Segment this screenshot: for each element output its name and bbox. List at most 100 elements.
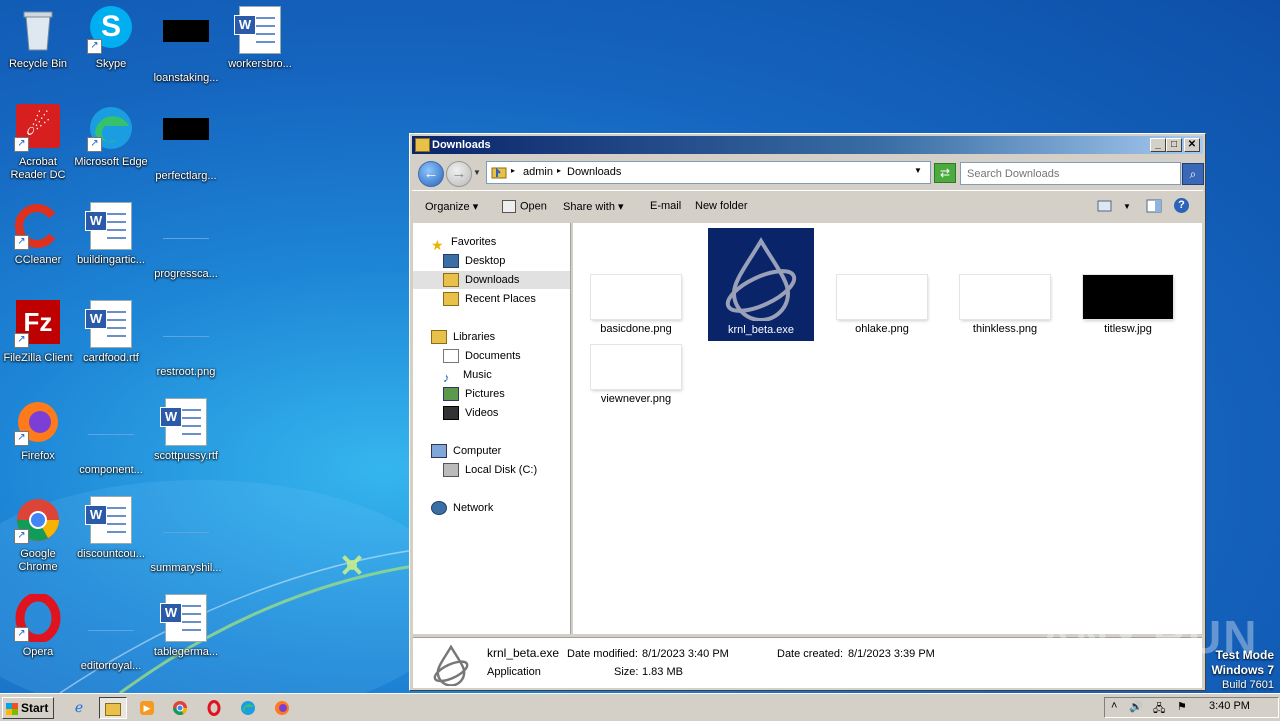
desktop-icon-skype[interactable]: S ↗ Skype — [73, 6, 149, 71]
open-button[interactable]: Open — [502, 200, 547, 213]
share-with-menu[interactable]: Share with ▾ — [563, 200, 624, 213]
desktop-icon-loanstaking[interactable]: loanstaking... — [148, 6, 224, 85]
desktop-icon-editorroyal[interactable]: editorroyal... — [73, 594, 149, 673]
desktop-icon-ccleaner[interactable]: ↗ CCleaner — [0, 202, 76, 267]
file-item[interactable]: krnl_beta.exe — [708, 228, 814, 341]
edge-taskbar-icon[interactable] — [235, 697, 261, 717]
details-file-name: krnl_beta.exe — [487, 646, 560, 660]
desktop-icon-restroot[interactable]: restroot.png — [148, 300, 224, 379]
nav-label: Downloads — [465, 274, 520, 286]
image-thumb-icon — [162, 20, 210, 68]
chrome-icon: ↗ — [14, 496, 62, 544]
image-thumbnail — [960, 275, 1050, 319]
opera-taskbar-icon[interactable] — [201, 697, 227, 717]
file-item[interactable]: titlesw.jpg — [1075, 275, 1181, 336]
desktop-icon-discountcou[interactable]: W discountcou... — [73, 496, 149, 561]
command-bar: Organize ▾ Open Share with ▾ E-mail New … — [412, 190, 1203, 223]
email-button[interactable]: E-mail — [650, 200, 681, 212]
desktop-icon-tablegerma[interactable]: W tablegerma... — [148, 594, 224, 659]
file-item[interactable]: basicdone.png — [583, 275, 689, 336]
refresh-button[interactable]: ⇄ — [934, 163, 956, 183]
chrome-taskbar-icon[interactable] — [167, 697, 193, 717]
explorer-taskbar-icon[interactable] — [99, 697, 127, 719]
desktop-icon-buildingartic[interactable]: W buildingartic... — [73, 202, 149, 267]
desktop-icon-recycle-bin[interactable]: Recycle Bin — [0, 6, 76, 71]
address-bar[interactable]: ▸ admin ▸ Downloads ▼ — [486, 161, 931, 184]
nav-computer[interactable]: Computer — [431, 442, 501, 460]
desktop-icon-edge[interactable]: ↗ Microsoft Edge — [73, 104, 149, 169]
nav-desktop[interactable]: Desktop — [443, 252, 505, 270]
file-item[interactable]: viewnever.png — [583, 345, 689, 406]
nav-pictures[interactable]: Pictures — [443, 385, 505, 403]
desktop-icon-progressca[interactable]: progressca... — [148, 202, 224, 281]
start-button[interactable]: Start — [2, 697, 54, 719]
firefox-taskbar-icon[interactable] — [269, 697, 295, 717]
nav-documents[interactable]: Documents — [443, 347, 521, 365]
desktop-icon-label: Acrobat Reader DC — [10, 156, 66, 181]
help-icon[interactable]: ? — [1174, 198, 1189, 213]
desktop-icon-cardfood[interactable]: W cardfood.rtf — [73, 300, 149, 365]
nav-music[interactable]: ♪ Music — [443, 366, 492, 386]
nav-label: Computer — [453, 445, 502, 457]
desktop-icon-perfectlarg[interactable]: perfectlarg... — [148, 104, 224, 183]
breadcrumb-admin[interactable]: admin — [523, 166, 553, 178]
search-icon[interactable]: ⌕ — [1182, 163, 1204, 185]
desktop-icon-filezilla[interactable]: Fz ↗ FileZilla Client — [0, 300, 76, 365]
organize-menu[interactable]: Organize ▾ — [425, 200, 478, 213]
network-icon — [431, 501, 447, 516]
maximize-button[interactable]: □ — [1166, 138, 1182, 152]
action-center-flag-icon[interactable]: ⚑ — [1177, 700, 1187, 713]
desktop-icon-scottpussy[interactable]: W scottpussy.rtf — [148, 398, 224, 463]
desktop-icon-acrobat[interactable]: ☄ ↗ Acrobat Reader DC — [0, 104, 76, 182]
network-tray-icon[interactable]: 🖧 — [1153, 700, 1165, 719]
close-button[interactable]: ✕ — [1184, 138, 1200, 152]
show-hidden-icons-icon[interactable]: ˄ — [1111, 700, 1117, 712]
desktop-icon-opera[interactable]: ↗ Opera — [0, 592, 76, 659]
file-item[interactable]: thinkless.png — [952, 275, 1058, 336]
recent-pages-dropdown[interactable]: ▼ — [473, 168, 481, 177]
desktop-icon-workersbro[interactable]: W workersbro... — [222, 6, 298, 71]
nav-local-disk[interactable]: Local Disk (C:) — [443, 461, 537, 479]
internet-explorer-icon[interactable]: ℯ — [66, 697, 92, 717]
clock[interactable]: 3:40 PM — [1209, 700, 1250, 712]
window-titlebar[interactable]: Downloads _ □ ✕ — [412, 136, 1203, 154]
change-view-icon[interactable] — [1097, 199, 1113, 216]
nav-downloads[interactable]: Downloads — [413, 271, 570, 289]
media-player-icon[interactable]: ▶ — [134, 697, 160, 717]
explorer-window[interactable]: Downloads _ □ ✕ ← → ▼ ▸ admin ▸ Download… — [409, 133, 1206, 691]
windows-logo-icon — [6, 702, 18, 715]
back-button[interactable]: ← — [418, 161, 444, 187]
desktop-icon-label: Microsoft Edge — [74, 156, 148, 168]
music-icon: ♪ — [443, 370, 450, 386]
nav-recent-places[interactable]: Recent Places — [443, 290, 536, 308]
search-box[interactable] — [960, 162, 1181, 185]
system-tray: ˄ 🔊 🖧 ⚑ 3:40 PM — [1104, 697, 1279, 718]
nav-network[interactable]: Network — [431, 499, 493, 517]
recycle-bin-icon — [14, 6, 62, 54]
minimize-button[interactable]: _ — [1150, 138, 1166, 152]
desktop-icon-firefox[interactable]: ↗ Firefox — [0, 398, 76, 463]
forward-button[interactable]: → — [446, 161, 472, 187]
volume-icon[interactable]: 🔊 — [1129, 700, 1143, 713]
videos-icon — [443, 406, 459, 421]
view-options-dropdown[interactable]: ▼ — [1123, 202, 1131, 211]
search-input[interactable] — [961, 163, 1179, 184]
desktop-icon-component[interactable]: component... — [73, 398, 149, 477]
os-name: Windows 7 — [1211, 663, 1274, 677]
desktop-icon-label: Google Chrome — [18, 548, 58, 573]
chevron-right-icon: ▸ — [557, 166, 562, 175]
computer-icon — [431, 444, 447, 459]
address-dropdown[interactable]: ▼ — [914, 166, 922, 175]
preview-pane-icon[interactable] — [1146, 199, 1162, 216]
desktop-icon-summaryshil[interactable]: summaryshil... — [148, 496, 224, 575]
nav-label: Recent Places — [465, 293, 536, 305]
nav-favorites[interactable]: ★ Favorites — [431, 233, 496, 253]
desktop-icon-label: Opera — [22, 646, 54, 658]
new-folder-button[interactable]: New folder — [695, 200, 748, 212]
window-title: Downloads — [432, 139, 491, 151]
file-item[interactable]: ohlake.png — [829, 275, 935, 336]
breadcrumb-downloads[interactable]: Downloads — [567, 166, 621, 178]
nav-videos[interactable]: Videos — [443, 404, 498, 422]
nav-libraries[interactable]: Libraries — [431, 328, 495, 346]
desktop-icon-chrome[interactable]: ↗ Google Chrome — [0, 496, 76, 574]
